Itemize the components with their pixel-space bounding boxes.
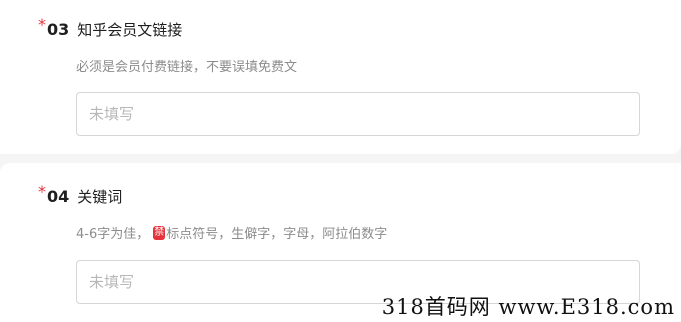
required-asterisk: * xyxy=(38,182,46,201)
question-title: 知乎会员文链接 xyxy=(77,21,183,39)
question-title-row: * 03 知乎会员文链接 xyxy=(38,15,183,42)
question-card-03: * 03 知乎会员文链接 必须是会员付费链接，不要误填免费文 xyxy=(0,0,681,154)
zhihu-link-input[interactable] xyxy=(76,92,640,136)
question-title: 关键词 xyxy=(77,188,123,206)
required-asterisk: * xyxy=(38,15,46,34)
question-hint-suffix: 标点符号，生僻字，字母，阿拉伯数字 xyxy=(166,227,388,242)
question-hint: 必须是会员付费链接，不要误填免费文 xyxy=(76,56,297,75)
site-watermark: 318首码网 www.E318.com xyxy=(381,295,675,319)
question-number: 03 xyxy=(47,20,70,39)
question-title-row: * 04 关键词 xyxy=(38,182,123,209)
question-hint: 4-6字为佳， 禁 标点符号，生僻字，字母，阿拉伯数字 xyxy=(76,223,387,242)
question-hint-prefix: 4-6字为佳， xyxy=(76,227,150,242)
question-hint-text: 必须是会员付费链接，不要误填免费文 xyxy=(76,60,298,75)
question-number: 04 xyxy=(47,187,70,206)
ban-badge: 禁 xyxy=(153,225,166,240)
